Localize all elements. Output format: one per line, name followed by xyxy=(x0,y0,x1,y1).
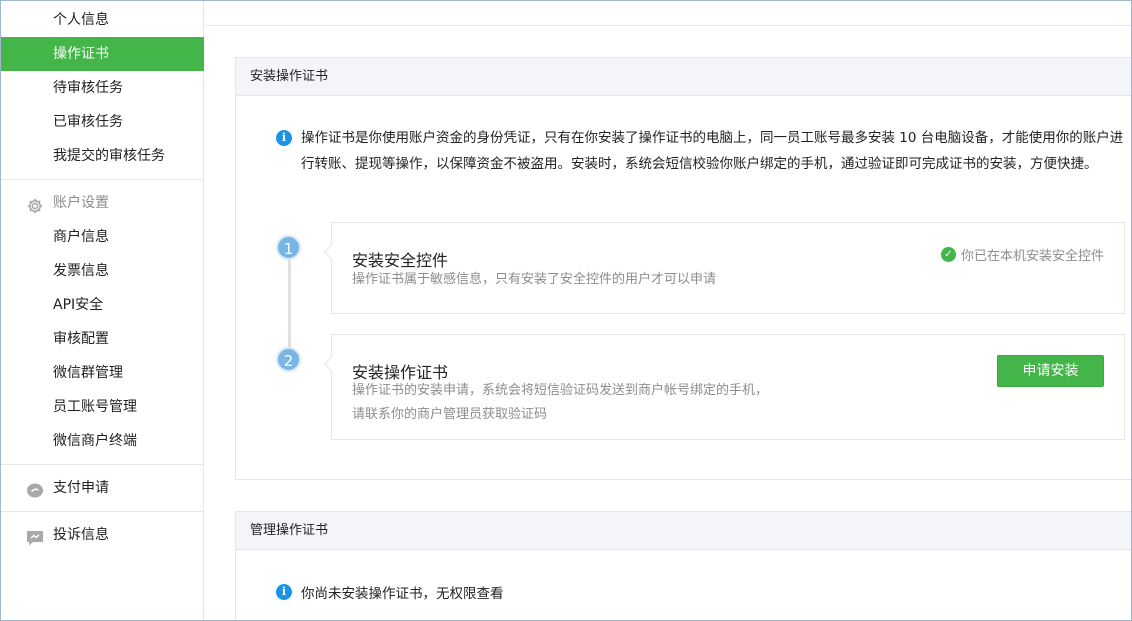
sidebar-item-employee-account-management[interactable]: 员工账号管理 xyxy=(1,390,204,424)
panel-title: 安装操作证书 xyxy=(236,58,1132,96)
step-subtitle: 操作证书属于敏感信息，只有安装了安全控件的用户才可以申请 xyxy=(352,272,717,287)
sidebar-item-review-config[interactable]: 审核配置 xyxy=(1,322,204,356)
sidebar-group-label: 账户设置 xyxy=(53,195,109,211)
step-arrow xyxy=(323,356,339,372)
sidebar: 个人信息 操作证书 待审核任务 已审核任务 我提交的审核任务 账户设置 商户信息… xyxy=(1,0,204,621)
header-divider xyxy=(205,25,1132,26)
no-permission-message: 你尚未安装操作证书，无权限查看 xyxy=(301,586,504,602)
info-icon: i xyxy=(276,584,292,600)
info-icon: i xyxy=(276,130,292,146)
sidebar-divider xyxy=(1,511,204,512)
sidebar-group-payment-apply[interactable]: 支付申请 xyxy=(1,471,204,505)
sidebar-item-wechat-merchant-terminal[interactable]: 微信商户终端 xyxy=(1,424,204,458)
step-subtitle-line1: 操作证书的安装申请，系统会将短信验证码发送到商户帐号绑定的手机， xyxy=(352,383,769,398)
sidebar-item-operation-certificate[interactable]: 操作证书 xyxy=(1,37,204,71)
sidebar-item-reviewed-tasks[interactable]: 已审核任务 xyxy=(1,105,204,139)
sidebar-group-account-settings: 账户设置 xyxy=(1,186,204,220)
sidebar-group-label: 投诉信息 xyxy=(53,527,109,543)
sidebar-group-label: 支付申请 xyxy=(53,480,109,496)
sidebar-divider xyxy=(1,179,204,180)
step-card-install-certificate: 安装操作证书 操作证书的安装申请，系统会将短信验证码发送到商户帐号绑定的手机， … xyxy=(323,334,1125,440)
check-circle-icon: ✓ xyxy=(940,247,956,262)
step-number-2: 2 xyxy=(276,347,301,372)
step-title: 安装安全控件 xyxy=(352,251,449,270)
status-text: 你已在本机安装安全控件 xyxy=(960,249,1104,264)
step-number-1: 1 xyxy=(276,235,301,260)
gear-icon xyxy=(26,194,44,214)
install-certificate-panel: 安装操作证书 i 操作证书是你使用账户资金的身份凭证，只有在你安装了操作证书的电… xyxy=(235,57,1132,480)
sidebar-item-my-submitted-tasks[interactable]: 我提交的审核任务 xyxy=(1,139,204,173)
sidebar-divider xyxy=(1,464,204,465)
sidebar-item-pending-tasks[interactable]: 待审核任务 xyxy=(1,71,204,105)
sidebar-item-invoice-info[interactable]: 发票信息 xyxy=(1,254,204,288)
sidebar-item-personal-info[interactable]: 个人信息 xyxy=(1,3,204,37)
control-installed-status: ✓ 你已在本机安装安全控件 xyxy=(940,245,1104,264)
message-icon xyxy=(26,526,44,546)
step-connector-line xyxy=(288,248,291,348)
chat-bubble-icon xyxy=(26,479,44,498)
sidebar-group-complaint-info[interactable]: 投诉信息 xyxy=(1,518,204,552)
sidebar-item-wechat-group-management[interactable]: 微信群管理 xyxy=(1,356,204,390)
panel-title: 管理操作证书 xyxy=(236,512,1132,550)
step-subtitle-line2: 请联系你的商户管理员获取验证码 xyxy=(352,407,548,422)
sidebar-item-api-security[interactable]: API安全 xyxy=(1,288,204,322)
manage-certificate-panel: 管理操作证书 i 你尚未安装操作证书，无权限查看 xyxy=(235,511,1132,621)
sidebar-item-merchant-info[interactable]: 商户信息 xyxy=(1,220,204,254)
certificate-description: 操作证书是你使用账户资金的身份凭证，只有在你安装了操作证书的电脑上，同一员工账号… xyxy=(301,130,1124,172)
apply-install-button[interactable]: 申请安装 xyxy=(997,355,1104,387)
step-card-install-control: 安装安全控件 操作证书属于敏感信息，只有安装了安全控件的用户才可以申请 ✓ 你已… xyxy=(323,222,1125,314)
step-arrow xyxy=(323,244,339,260)
